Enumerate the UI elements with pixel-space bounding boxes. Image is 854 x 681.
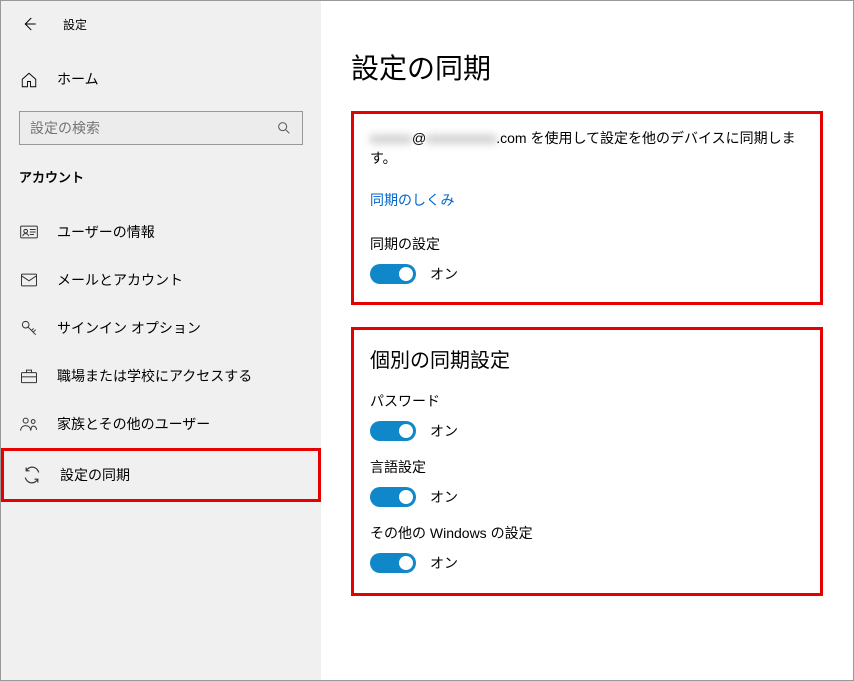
nav-item-user-info[interactable]: ユーザーの情報 — [1, 208, 321, 256]
toggle-row-other: オン — [370, 553, 804, 573]
home-label: ホーム — [57, 69, 99, 89]
page-title: 設定の同期 — [351, 47, 823, 87]
toggle-knob — [399, 556, 413, 570]
nav-label: ユーザーの情報 — [57, 222, 155, 242]
back-icon[interactable] — [15, 10, 43, 38]
master-toggle[interactable] — [370, 264, 416, 284]
nav-item-family[interactable]: 家族とその他のユーザー — [1, 400, 321, 448]
nav-label: 家族とその他のユーザー — [57, 414, 210, 434]
toggle-knob — [399, 490, 413, 504]
sync-account-text: xxxxxx@xxxxxxxxxx.com を使用して設定を他のデバイスに同期し… — [370, 128, 804, 168]
language-toggle[interactable] — [370, 487, 416, 507]
search-box[interactable] — [19, 111, 303, 145]
nav-label: 設定の同期 — [60, 465, 130, 485]
item-state: オン — [430, 553, 458, 573]
how-sync-link[interactable]: 同期のしくみ — [370, 190, 455, 210]
nav: ユーザーの情報 メールとアカウント サインイン オプション 職場または学校にアク… — [1, 208, 321, 502]
password-toggle[interactable] — [370, 421, 416, 441]
item-state: オン — [430, 487, 458, 507]
master-label: 同期の設定 — [370, 234, 804, 254]
nav-label: 職場または学校にアクセスする — [57, 366, 252, 386]
item-label: 言語設定 — [370, 457, 804, 477]
nav-item-work[interactable]: 職場または学校にアクセスする — [1, 352, 321, 400]
search-input[interactable] — [30, 120, 266, 136]
account-domain: xxxxxxxxxx — [426, 130, 496, 146]
home-item[interactable]: ホーム — [1, 57, 321, 101]
account-at: @ — [412, 130, 426, 146]
account-prefix: xxxxxx — [370, 130, 412, 146]
search-icon — [276, 120, 292, 136]
nav-item-mail[interactable]: メールとアカウント — [1, 256, 321, 304]
master-state: オン — [430, 264, 458, 284]
mail-icon — [19, 270, 39, 290]
section-title: アカウント — [1, 167, 321, 202]
main-content: 設定の同期 xxxxxx@xxxxxxxxxx.com を使用して設定を他のデバ… — [321, 1, 853, 680]
briefcase-icon — [19, 366, 39, 386]
individual-sync-highlight: 個別の同期設定 パスワード オン 言語設定 オン その他の Windows の設… — [351, 327, 823, 596]
sync-master-highlight: xxxxxx@xxxxxxxxxx.com を使用して設定を他のデバイスに同期し… — [351, 111, 823, 305]
nav-label: サインイン オプション — [57, 318, 201, 338]
item-state: オン — [430, 421, 458, 441]
user-icon — [19, 222, 39, 242]
key-icon — [19, 318, 39, 338]
individual-title: 個別の同期設定 — [370, 344, 804, 373]
settings-window: 設定 ホーム アカウント ユーザーの情報 — [0, 0, 854, 681]
master-toggle-row: オン — [370, 264, 804, 284]
toggle-knob — [399, 267, 413, 281]
sidebar: 設定 ホーム アカウント ユーザーの情報 — [1, 1, 321, 680]
header-title: 設定 — [63, 16, 87, 33]
sync-icon — [22, 465, 42, 485]
item-label: その他の Windows の設定 — [370, 523, 804, 543]
toggle-row-language: オン — [370, 487, 804, 507]
other-toggle[interactable] — [370, 553, 416, 573]
item-label: パスワード — [370, 391, 804, 411]
people-icon — [19, 414, 39, 434]
nav-item-signin[interactable]: サインイン オプション — [1, 304, 321, 352]
toggle-row-password: オン — [370, 421, 804, 441]
nav-item-sync[interactable]: 設定の同期 — [1, 448, 321, 502]
home-icon — [19, 69, 39, 89]
toggle-knob — [399, 424, 413, 438]
nav-label: メールとアカウント — [57, 270, 183, 290]
header: 設定 — [1, 1, 321, 47]
